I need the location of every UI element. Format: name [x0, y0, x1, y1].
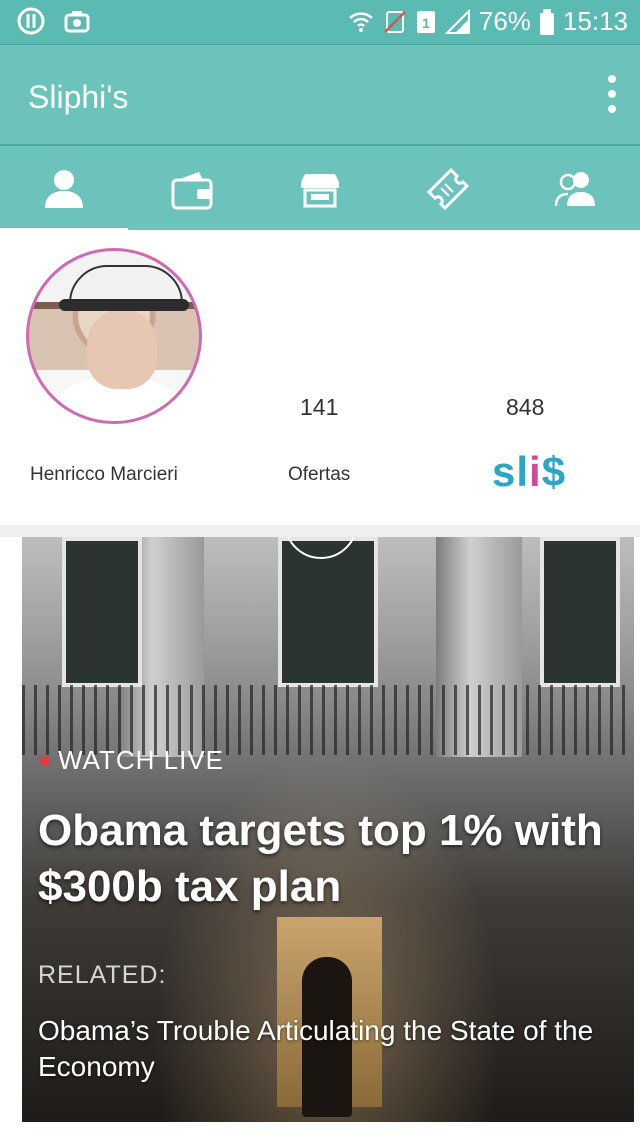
tab-wallet[interactable]: [128, 146, 256, 232]
no-sim-icon: [383, 10, 406, 33]
signal-icon: [444, 8, 470, 34]
circle-logo-icon: [17, 7, 45, 35]
news-card[interactable]: WATCH LIVE Obama targets top 1% with $30…: [22, 537, 634, 1122]
app-title: Sliphi's: [28, 79, 129, 115]
section-divider: [0, 525, 640, 537]
battery-percent: 76%: [478, 6, 531, 36]
group-icon: [554, 172, 595, 207]
live-dot-icon: [40, 755, 50, 766]
ticket-icon: [426, 167, 470, 211]
person-icon: [45, 170, 83, 208]
offers-count: 141: [300, 394, 339, 420]
profile-section: Henricco Marcieri 141 Ofertas 848 sli$: [0, 230, 640, 525]
app-bar: Sliphi's: [0, 44, 640, 145]
user-name: Henricco Marcieri: [30, 464, 178, 485]
more-vert-icon[interactable]: [606, 75, 618, 113]
tab-bar: [0, 144, 640, 232]
tab-store[interactable]: [256, 146, 384, 232]
camera-icon: [64, 11, 90, 33]
offers-label: Ofertas: [288, 464, 351, 485]
battery-icon: [539, 8, 554, 35]
wallet-icon: [171, 172, 213, 210]
news-headline[interactable]: Obama targets top 1% with $300b tax plan: [38, 803, 608, 915]
tab-coupons[interactable]: [384, 146, 512, 232]
tab-profile[interactable]: [0, 146, 128, 232]
slis-logo: sli$: [492, 448, 567, 495]
related-article-link[interactable]: Obama’s Trouble Articulating the State o…: [38, 1013, 598, 1085]
tab-friends[interactable]: [512, 146, 640, 232]
watch-live-badge[interactable]: WATCH LIVE: [40, 745, 224, 776]
building-window: [540, 537, 620, 687]
status-bar: 1 76% 15:13: [0, 0, 640, 44]
sim-1-icon: 1: [416, 10, 435, 33]
related-label: RELATED:: [38, 961, 167, 989]
building-window: [278, 537, 378, 687]
store-icon: [301, 174, 339, 208]
svg-text:1: 1: [422, 15, 430, 31]
building-window: [62, 537, 142, 687]
clock: 15:13: [562, 6, 628, 36]
wifi-icon: [349, 11, 373, 32]
avatar[interactable]: [26, 248, 202, 424]
slis-count: 848: [506, 394, 545, 420]
watch-live-label: WATCH LIVE: [58, 745, 225, 775]
